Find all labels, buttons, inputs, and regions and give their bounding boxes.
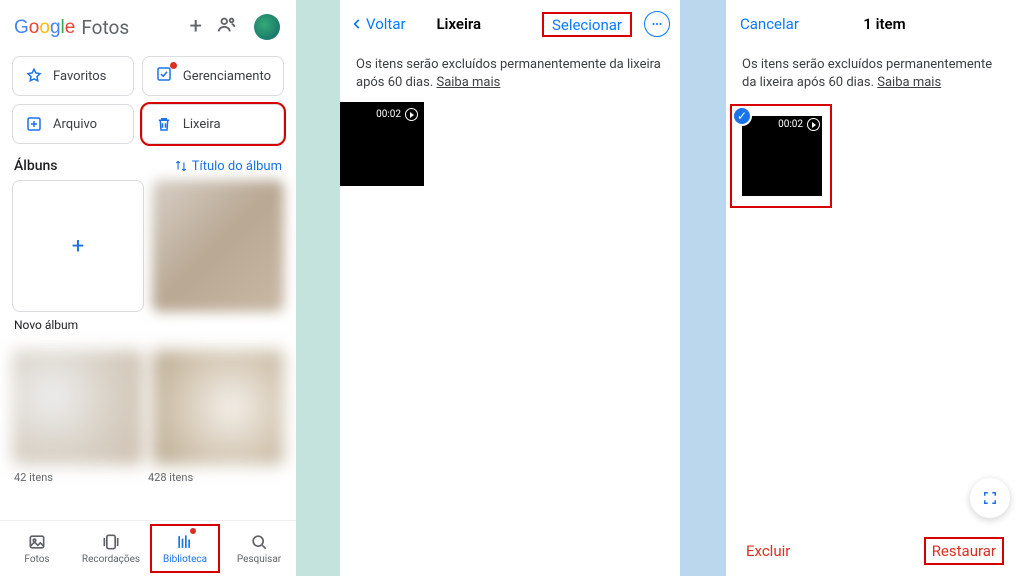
chip-arquivo[interactable]: Arquivo — [12, 104, 134, 144]
selection-footer: Excluir Restaurar — [726, 526, 1024, 576]
library-icon — [175, 532, 195, 552]
album-thumbnail[interactable] — [152, 350, 284, 465]
add-icon[interactable]: + — [190, 16, 202, 38]
chip-lixeira[interactable]: Lixeira — [142, 104, 284, 144]
tab-label: Pesquisar — [237, 554, 281, 565]
tab-label: Recordações — [82, 554, 140, 565]
highlight-box: ✓ 00:02 — [730, 104, 832, 208]
separator — [296, 0, 340, 576]
account-avatar[interactable] — [252, 12, 282, 42]
play-icon — [807, 118, 820, 131]
bottom-tabbar: Fotos Recordações Biblioteca Pesquisar — [0, 520, 296, 576]
chip-label: Arquivo — [53, 117, 97, 132]
more-horizontal-icon — [650, 17, 664, 31]
tab-pesquisar[interactable]: Pesquisar — [222, 521, 296, 576]
trash-info-text: Os itens serão excluídos permanentemente… — [726, 48, 1024, 102]
album-thumbnail[interactable] — [12, 350, 144, 465]
trash-selection-panel: Cancelar 1 item Os itens serão excluídos… — [726, 0, 1024, 576]
trash-panel: Voltar Lixeira Selecionar Os itens serão… — [340, 0, 680, 576]
chip-favoritos[interactable]: Favoritos — [12, 56, 134, 96]
notification-dot — [190, 528, 196, 534]
library-panel: Google Fotos + Favoritos Gerenciamento A… — [0, 0, 296, 576]
library-header: Google Fotos + — [0, 0, 296, 50]
search-icon — [249, 532, 269, 552]
delete-button[interactable]: Excluir — [746, 542, 924, 560]
learn-more-link[interactable]: Saiba mais — [877, 75, 941, 90]
logo-fotos-text: Fotos — [81, 16, 129, 39]
selected-check-icon: ✓ — [732, 106, 752, 126]
separator — [680, 0, 726, 576]
chip-label: Gerenciamento — [183, 69, 271, 84]
album-item-count: 42 itens — [14, 471, 148, 484]
trash-item-thumbnail-selected[interactable]: ✓ 00:02 — [738, 112, 826, 200]
trash-info-text: Os itens serão excluídos permanentemente… — [340, 48, 680, 102]
selection-count-title: 1 item — [759, 15, 1010, 33]
video-duration-badge: 00:02 — [778, 118, 820, 131]
sort-icon — [174, 159, 188, 173]
utilities-icon — [155, 65, 173, 87]
more-options-button[interactable] — [644, 11, 670, 37]
albums-sort-button[interactable]: Título do álbum — [174, 159, 282, 174]
plus-icon: + — [12, 180, 144, 312]
highlight-box: Selecionar — [542, 12, 632, 37]
library-shortcuts: Favoritos Gerenciamento Arquivo Lixeira — [0, 50, 296, 144]
tab-biblioteca[interactable]: Biblioteca — [148, 521, 222, 576]
album-thumbnail — [152, 180, 284, 312]
expand-fab[interactable] — [970, 478, 1010, 518]
trash-title: Lixeira — [382, 15, 536, 33]
archive-icon — [25, 115, 43, 133]
trash-item-thumbnail[interactable]: 00:02 — [340, 102, 424, 186]
sharing-icon[interactable] — [216, 14, 238, 40]
album-card[interactable] — [152, 180, 284, 332]
albums-heading: Álbuns — [14, 158, 58, 174]
photo-icon — [27, 532, 47, 552]
album-item-count: 428 itens — [148, 471, 282, 484]
tab-label: Biblioteca — [163, 554, 207, 565]
tab-fotos[interactable]: Fotos — [0, 521, 74, 576]
expand-icon — [981, 489, 999, 507]
select-button[interactable]: Selecionar — [546, 13, 628, 37]
trash-header: Voltar Lixeira Selecionar — [340, 0, 680, 48]
tab-recordacoes[interactable]: Recordações — [74, 521, 148, 576]
video-duration-badge: 00:02 — [376, 108, 418, 121]
chevron-left-icon — [350, 17, 364, 31]
tab-label: Fotos — [24, 554, 49, 565]
restore-button[interactable]: Restaurar — [924, 537, 1004, 565]
chip-gerenciamento[interactable]: Gerenciamento — [142, 56, 284, 96]
new-album-card[interactable]: + Novo álbum — [12, 180, 144, 332]
google-fotos-logo: Google Fotos — [14, 15, 129, 39]
memories-icon — [101, 532, 121, 552]
new-album-label: Novo álbum — [12, 312, 144, 332]
chip-label: Lixeira — [183, 117, 221, 132]
play-icon — [405, 108, 418, 121]
chip-label: Favoritos — [53, 69, 106, 84]
albums-sort-label: Título do álbum — [192, 159, 282, 174]
trash-icon — [155, 115, 173, 133]
learn-more-link[interactable]: Saiba mais — [436, 75, 500, 90]
star-icon — [25, 67, 43, 85]
selection-header: Cancelar 1 item — [726, 0, 1024, 48]
